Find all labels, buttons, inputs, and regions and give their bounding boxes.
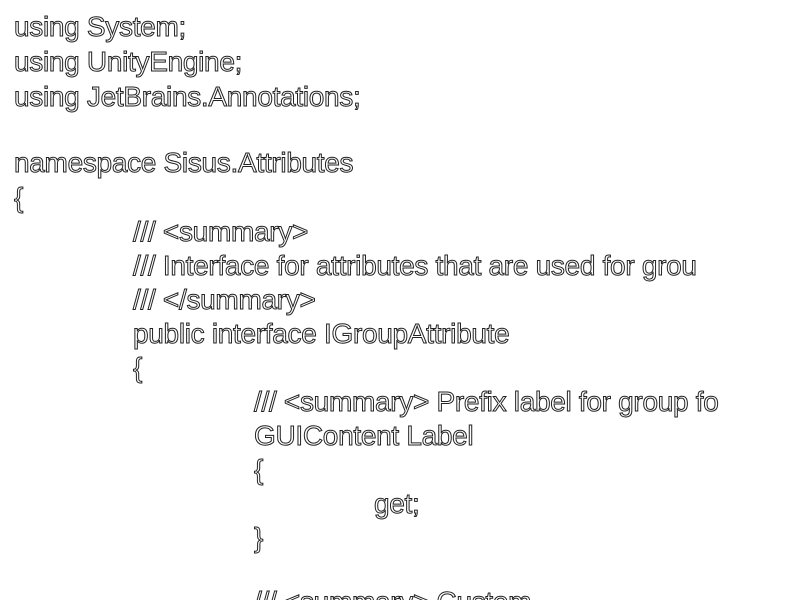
code-line-summary-open: /// <summary> [132, 216, 309, 248]
code-line-namespace: namespace Sisus.Attributes [13, 147, 354, 179]
code-document: using System; using UnityEngine; using J… [0, 0, 800, 600]
code-line-getter: get; [374, 488, 421, 520]
code-line-interface-declaration: public interface IGroupAttribute [132, 318, 510, 350]
code-line-label-summary: /// <summary> Prefix label for group fo [254, 386, 720, 418]
code-line-using-jetbrains: using JetBrains.Annotations; [13, 81, 361, 113]
code-line-label-property: GUIContent Label [253, 420, 474, 452]
code-line-next-summary: /// <summary> Custom [253, 585, 531, 600]
code-line-using-unityengine: using UnityEngine; [13, 46, 243, 78]
code-line-interface-open-brace: { [132, 352, 143, 384]
code-line-property-open-brace: { [253, 454, 264, 486]
code-line-summary-text: /// Interface for attributes that are us… [133, 250, 698, 282]
code-line-using-system: using System; [14, 11, 187, 43]
code-line-summary-close: /// </summary> [133, 284, 317, 316]
code-line-namespace-open-brace: { [13, 182, 24, 214]
code-line-property-close-brace: } [253, 522, 264, 554]
